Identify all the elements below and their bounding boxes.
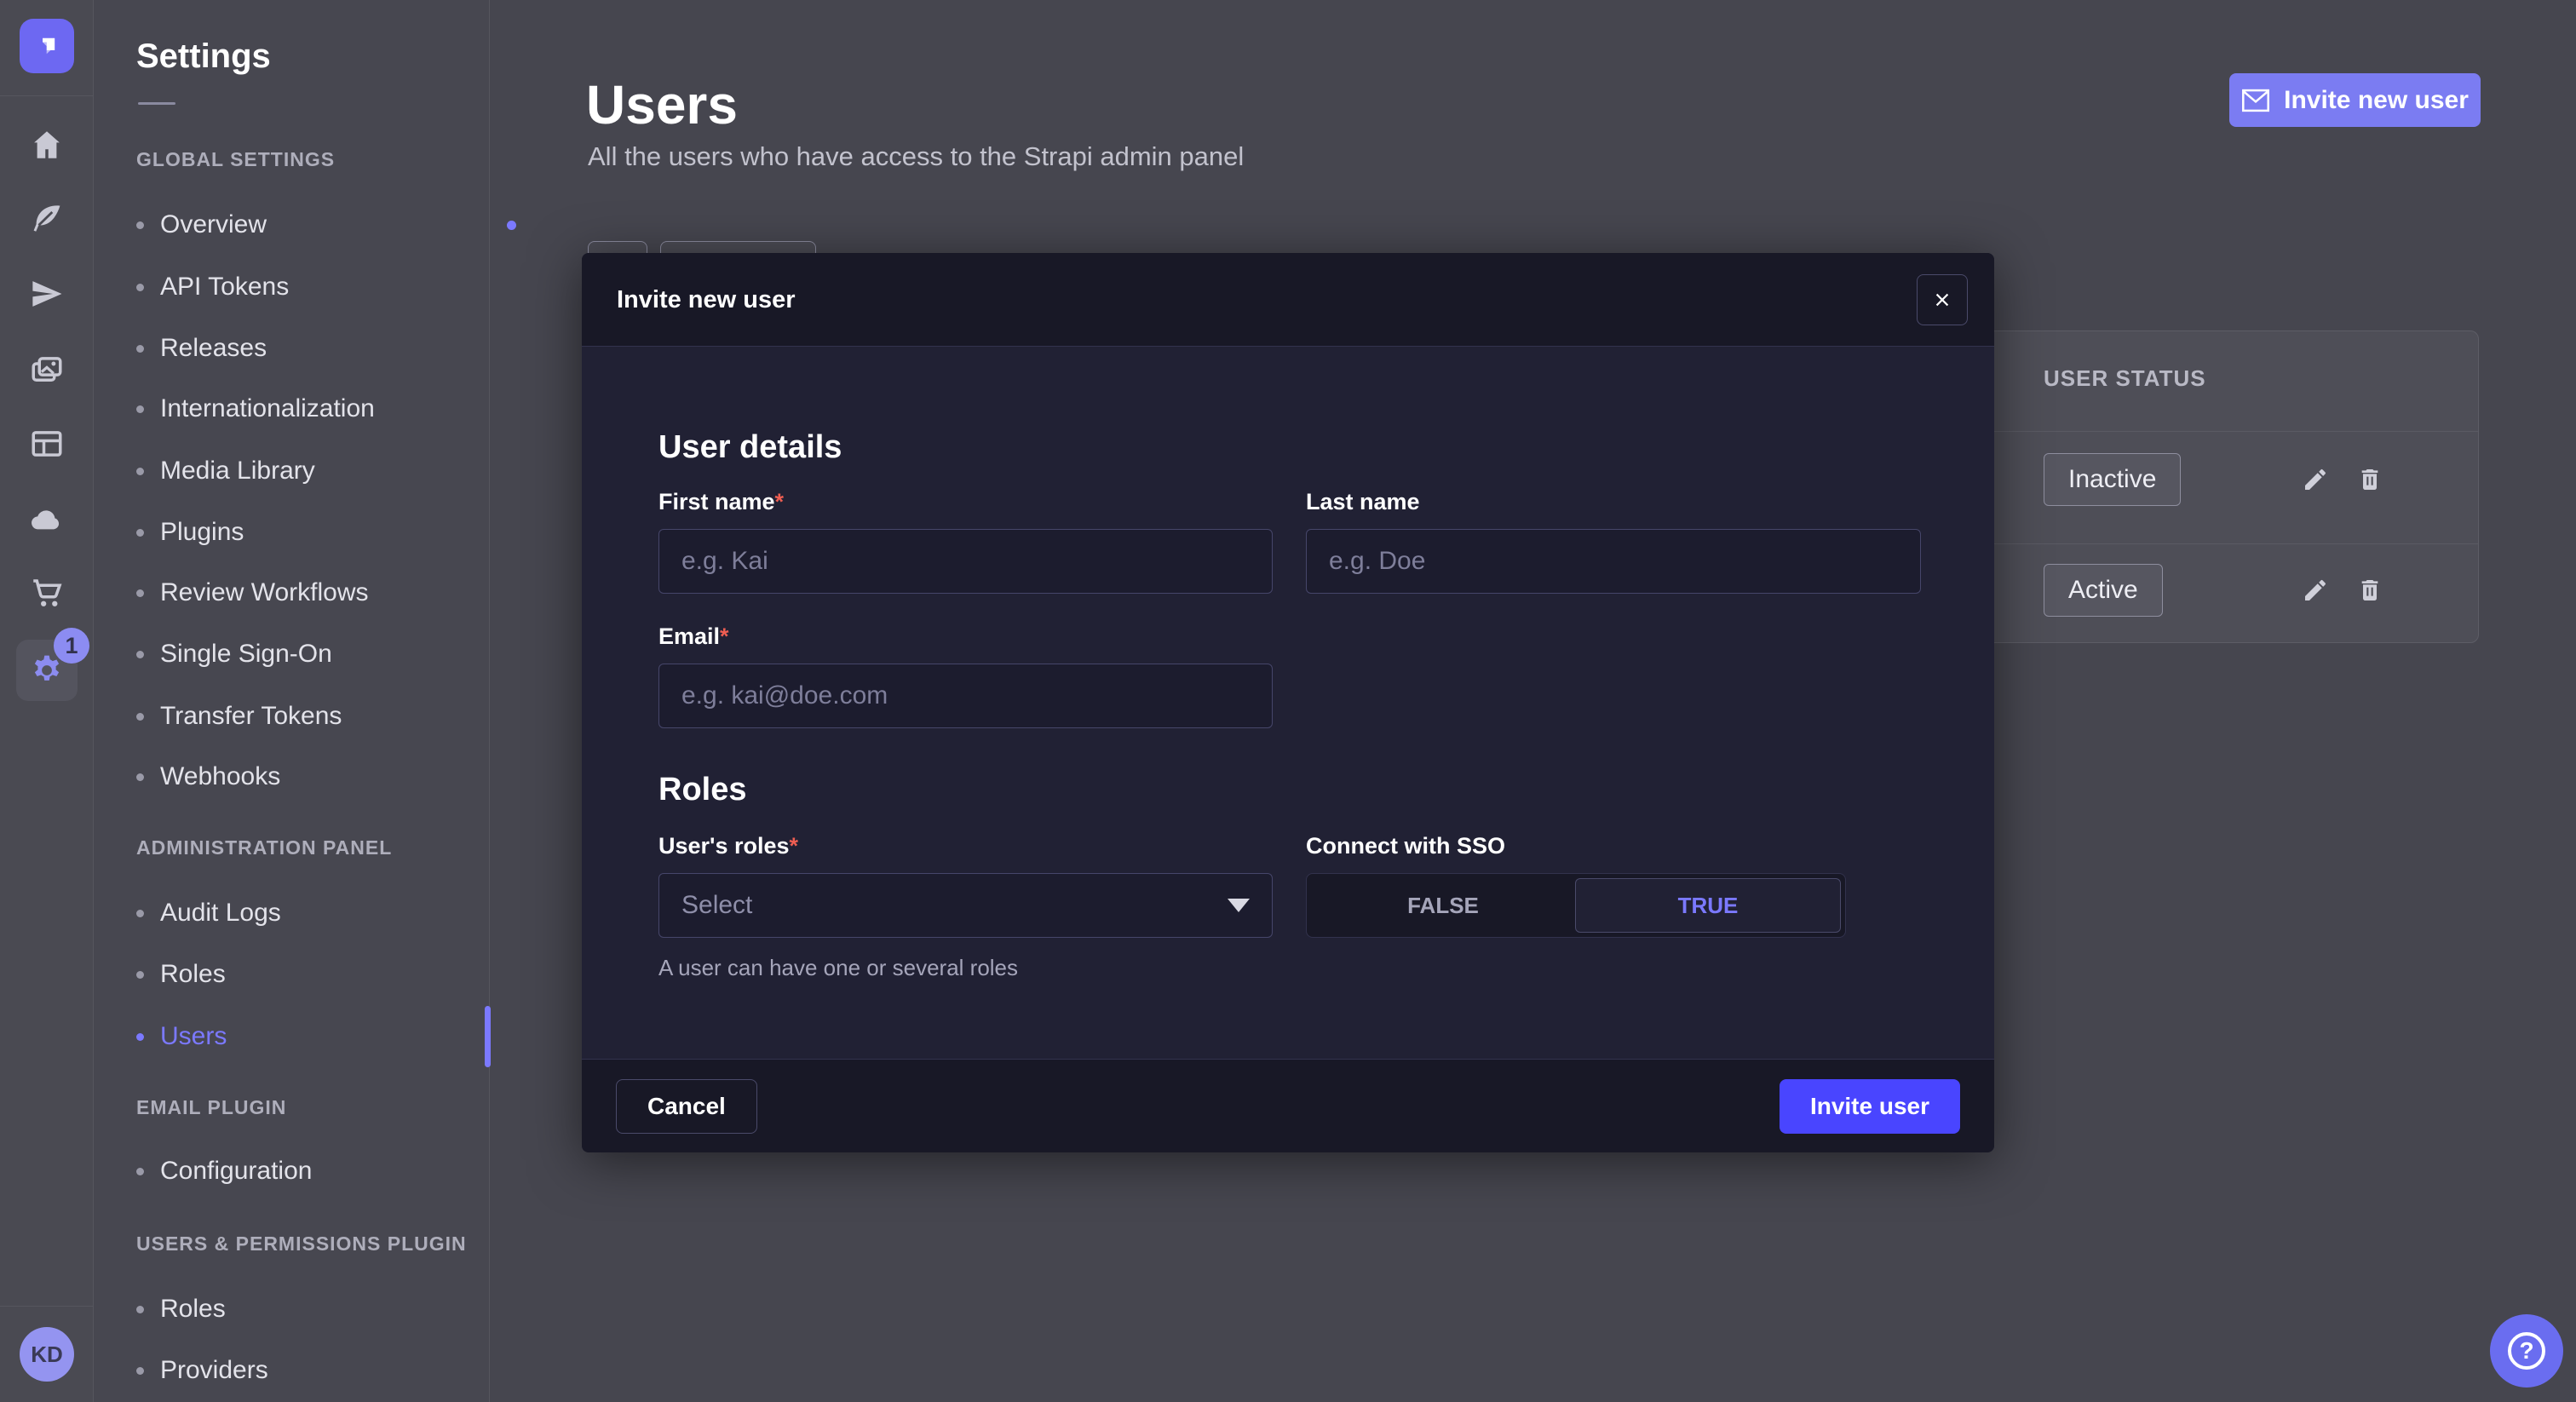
sidebar-item-plugins[interactable]: Plugins bbox=[136, 514, 244, 551]
select-placeholder: Select bbox=[681, 891, 752, 920]
edit-pencil-icon[interactable] bbox=[2297, 572, 2334, 609]
email-label: Email* bbox=[658, 623, 729, 650]
bullet-icon bbox=[136, 405, 144, 413]
invite-new-user-label: Invite new user bbox=[2284, 86, 2469, 115]
strapi-admin: 1 KD Settings GLOBAL SETTINGS Overview A… bbox=[0, 0, 2576, 1402]
user-avatar[interactable]: KD bbox=[20, 1327, 74, 1382]
required-marker: * bbox=[775, 489, 785, 514]
layout-icon[interactable] bbox=[0, 423, 94, 464]
last-name-field[interactable] bbox=[1306, 529, 1921, 594]
delete-trash-icon[interactable] bbox=[2351, 572, 2389, 609]
modal-footer: Cancel Invite user bbox=[582, 1059, 1994, 1152]
sidebar-item-users-active[interactable]: Users bbox=[136, 1018, 227, 1055]
rail-divider bbox=[0, 1306, 94, 1307]
status-badge: Active bbox=[2044, 564, 2163, 617]
bullet-icon bbox=[136, 971, 144, 979]
delete-trash-icon[interactable] bbox=[2351, 461, 2389, 498]
help-button[interactable]: ? bbox=[2490, 1314, 2563, 1388]
section-administration-panel: ADMINISTRATION PANEL bbox=[136, 835, 392, 860]
modal-header: Invite new user bbox=[582, 253, 1994, 347]
email-field[interactable] bbox=[658, 664, 1273, 728]
bullet-icon bbox=[136, 1306, 144, 1313]
icon-rail: 1 KD bbox=[0, 0, 94, 1402]
cancel-button[interactable]: Cancel bbox=[616, 1079, 757, 1134]
last-name-label: Last name bbox=[1306, 489, 1420, 515]
sidebar-item-single-sign-on[interactable]: Single Sign-On bbox=[136, 635, 332, 673]
sidebar-item-api-tokens[interactable]: API Tokens bbox=[136, 268, 289, 306]
sso-toggle-false[interactable]: FALSE bbox=[1311, 878, 1575, 933]
question-icon: ? bbox=[2508, 1332, 2545, 1370]
sidebar-title-underline bbox=[138, 102, 175, 105]
sidebar-title: Settings bbox=[136, 37, 271, 76]
strapi-logo-icon bbox=[32, 32, 61, 60]
users-roles-label: User's roles* bbox=[658, 833, 798, 859]
bullet-icon bbox=[136, 345, 144, 353]
edit-pencil-icon[interactable] bbox=[2297, 461, 2334, 498]
bullet-icon bbox=[136, 284, 144, 291]
required-marker: * bbox=[790, 833, 799, 859]
envelope-icon bbox=[2241, 89, 2270, 112]
modal-title: Invite new user bbox=[617, 253, 796, 347]
first-name-field[interactable] bbox=[658, 529, 1273, 594]
bullet-icon bbox=[136, 1367, 144, 1375]
overview-notification-dot bbox=[507, 221, 516, 230]
first-name-label: First name* bbox=[658, 489, 784, 515]
paper-plane-icon[interactable] bbox=[0, 273, 94, 314]
sidebar-item-providers[interactable]: Providers bbox=[136, 1352, 268, 1389]
bullet-icon bbox=[136, 713, 144, 721]
strapi-logo[interactable] bbox=[20, 19, 74, 73]
cloud-icon[interactable] bbox=[0, 499, 94, 540]
bullet-icon bbox=[136, 773, 144, 781]
sso-toggle-true[interactable]: TRUE bbox=[1575, 878, 1841, 933]
section-email-plugin: EMAIL PLUGIN bbox=[136, 1095, 286, 1120]
settings-notification-badge: 1 bbox=[54, 628, 89, 664]
status-badge: Inactive bbox=[2044, 453, 2181, 506]
invite-new-user-button[interactable]: Invite new user bbox=[2229, 73, 2481, 127]
section-user-details: User details bbox=[658, 429, 842, 466]
home-icon[interactable] bbox=[0, 124, 94, 165]
invite-user-submit-button[interactable]: Invite user bbox=[1780, 1079, 1960, 1134]
page-subtitle: All the users who have access to the Str… bbox=[588, 141, 1244, 172]
chevron-down-icon bbox=[1228, 899, 1250, 912]
bullet-icon bbox=[136, 651, 144, 658]
sidebar-item-audit-logs[interactable]: Audit Logs bbox=[136, 894, 281, 932]
settings-sidebar: Settings GLOBAL SETTINGS Overview API To… bbox=[94, 0, 490, 1402]
bullet-icon bbox=[136, 468, 144, 475]
media-library-icon[interactable] bbox=[0, 349, 94, 390]
sidebar-item-review-workflows[interactable]: Review Workflows bbox=[136, 574, 369, 612]
sidebar-item-transfer-tokens[interactable]: Transfer Tokens bbox=[136, 698, 342, 735]
marketplace-cart-icon[interactable] bbox=[0, 572, 94, 613]
sidebar-item-releases[interactable]: Releases bbox=[136, 330, 267, 367]
users-roles-select[interactable]: Select bbox=[658, 873, 1273, 938]
section-users-permissions-plugin: USERS & PERMISSIONS PLUGIN bbox=[136, 1231, 467, 1256]
connect-with-sso-label: Connect with SSO bbox=[1306, 833, 1505, 859]
section-roles: Roles bbox=[658, 772, 746, 808]
bullet-icon bbox=[136, 1033, 144, 1041]
invite-new-user-modal: Invite new user User details First name*… bbox=[582, 253, 1994, 1152]
page-title: Users bbox=[586, 73, 738, 136]
bullet-icon bbox=[136, 221, 144, 229]
bullet-icon bbox=[136, 529, 144, 537]
sidebar-item-up-roles[interactable]: Roles bbox=[136, 1290, 226, 1328]
sidebar-item-media-library[interactable]: Media Library bbox=[136, 452, 315, 490]
rail-divider bbox=[0, 95, 94, 96]
sidebar-item-overview[interactable]: Overview bbox=[136, 206, 267, 244]
sidebar-item-webhooks[interactable]: Webhooks bbox=[136, 758, 280, 796]
bullet-icon bbox=[136, 910, 144, 917]
sidebar-item-configuration[interactable]: Configuration bbox=[136, 1152, 312, 1190]
bullet-icon bbox=[136, 589, 144, 597]
column-header-user-status: USER STATUS bbox=[2044, 365, 2206, 392]
sidebar-item-admin-roles[interactable]: Roles bbox=[136, 956, 226, 993]
section-global-settings: GLOBAL SETTINGS bbox=[136, 147, 335, 172]
sidebar-scrollbar-thumb[interactable] bbox=[485, 1006, 491, 1067]
sso-toggle: FALSE TRUE bbox=[1306, 873, 1846, 938]
roles-hint: A user can have one or several roles bbox=[658, 955, 1018, 981]
bullet-icon bbox=[136, 1168, 144, 1175]
modal-body: User details First name* Last name Email… bbox=[582, 348, 1994, 1058]
required-marker: * bbox=[720, 623, 729, 649]
close-icon[interactable] bbox=[1917, 274, 1968, 325]
feather-icon[interactable] bbox=[0, 198, 94, 239]
sidebar-item-internationalization[interactable]: Internationalization bbox=[136, 390, 375, 428]
